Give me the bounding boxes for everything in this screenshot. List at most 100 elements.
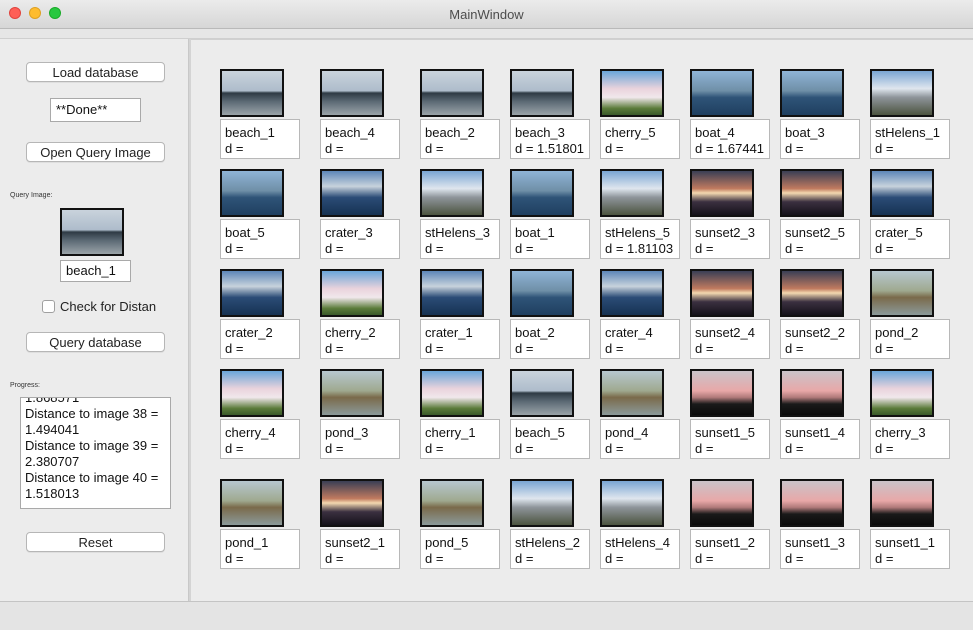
image-name: sunset1_5	[695, 425, 755, 440]
image-name: beach_5	[515, 425, 565, 440]
image-name: pond_2	[875, 325, 919, 340]
image-name: cherry_3	[875, 425, 926, 440]
image-name: cherry_2	[325, 325, 376, 340]
image-label-box: crater_5 d =	[870, 219, 950, 259]
query-name-field[interactable]: beach_1	[60, 260, 131, 282]
image-thumbnail	[510, 69, 574, 117]
image-label-box: boat_5 d =	[220, 219, 300, 259]
main-window: MainWindow Load database **Done** Open Q…	[0, 0, 973, 630]
image-thumbnail	[600, 269, 664, 317]
progress-line: 1.494041	[25, 422, 80, 437]
image-thumbnail	[780, 369, 844, 417]
image-thumbnail	[690, 69, 754, 117]
query-image-thumbnail	[60, 208, 124, 256]
image-name: cherry_4	[225, 425, 276, 440]
image-distance: d =	[875, 341, 894, 356]
image-name: sunset1_2	[695, 535, 755, 550]
image-label-box: beach_1 d =	[220, 119, 300, 159]
image-name: crater_1	[425, 325, 473, 340]
image-name: cherry_1	[425, 425, 476, 440]
image-label-box: pond_4 d =	[600, 419, 680, 459]
load-database-button[interactable]: Load database	[26, 62, 165, 82]
progress-log[interactable]: 1.868571 Distance to image 38 = 1.494041 Di…	[20, 397, 171, 509]
image-name: pond_3	[325, 425, 369, 440]
image-distance: d =	[425, 441, 444, 456]
image-name: stHelens_1	[875, 125, 941, 140]
image-label-box: boat_4 d = 1.67441	[690, 119, 770, 159]
image-name: beach_3	[515, 125, 565, 140]
image-name: sunset2_3	[695, 225, 755, 240]
image-label-box: sunset2_1 d =	[320, 529, 400, 569]
image-label-box: sunset1_2 d =	[690, 529, 770, 569]
image-thumbnail	[870, 369, 934, 417]
image-label-box: crater_1 d =	[420, 319, 500, 359]
image-label-box: crater_3 d =	[320, 219, 400, 259]
image-distance: d =	[785, 551, 804, 566]
image-thumbnail	[220, 269, 284, 317]
reset-button[interactable]: Reset	[26, 532, 165, 552]
status-field[interactable]: **Done**	[50, 98, 141, 122]
image-label-box: stHelens_4 d =	[600, 529, 680, 569]
image-thumbnail	[780, 479, 844, 527]
image-distance: d =	[695, 241, 714, 256]
image-distance: d =	[695, 441, 714, 456]
image-thumbnail	[780, 169, 844, 217]
image-name: cherry_5	[605, 125, 656, 140]
image-distance: d =	[785, 441, 804, 456]
progress-line: Distance to image 40 =	[25, 470, 159, 485]
image-thumbnail	[420, 169, 484, 217]
image-name: sunset2_2	[785, 325, 845, 340]
image-thumbnail	[690, 479, 754, 527]
image-label-box: sunset2_5 d =	[780, 219, 860, 259]
image-label-box: cherry_2 d =	[320, 319, 400, 359]
image-label-box: boat_2 d =	[510, 319, 590, 359]
check-distance-label: Check for Distan	[60, 299, 157, 314]
image-label-box: stHelens_2 d =	[510, 529, 590, 569]
image-thumbnail	[870, 269, 934, 317]
image-name: crater_5	[875, 225, 923, 240]
progress-line: 1.868571	[25, 397, 80, 405]
image-thumbnail	[600, 69, 664, 117]
control-panel: Load database **Done** Open Query Image …	[0, 39, 188, 601]
image-thumbnail	[420, 269, 484, 317]
image-distance: d =	[785, 241, 804, 256]
image-name: boat_3	[785, 125, 825, 140]
image-name: crater_4	[605, 325, 653, 340]
image-label-box: cherry_4 d =	[220, 419, 300, 459]
image-name: sunset2_1	[325, 535, 385, 550]
query-database-button[interactable]: Query database	[26, 332, 165, 352]
toolbar-strip	[0, 29, 973, 39]
image-label-box: pond_1 d =	[220, 529, 300, 569]
image-label-box: sunset2_2 d =	[780, 319, 860, 359]
image-distance: d =	[225, 341, 244, 356]
image-thumbnail	[420, 479, 484, 527]
image-thumbnail	[780, 69, 844, 117]
image-distance: d =	[425, 241, 444, 256]
image-thumbnail	[320, 479, 384, 527]
check-distance-checkbox[interactable]	[42, 300, 55, 313]
progress-label: Progress:	[10, 382, 40, 389]
image-thumbnail	[220, 69, 284, 117]
image-name: sunset2_5	[785, 225, 845, 240]
image-label-box: boat_3 d =	[780, 119, 860, 159]
image-label-box: sunset2_4 d =	[690, 319, 770, 359]
image-label-box: stHelens_1 d =	[870, 119, 950, 159]
image-label-box: beach_3 d = 1.51801	[510, 119, 590, 159]
image-label-box: stHelens_5 d = 1.81103	[600, 219, 680, 259]
image-thumbnail	[420, 69, 484, 117]
image-label-box: beach_2 d =	[420, 119, 500, 159]
image-thumbnail	[690, 369, 754, 417]
image-name: beach_4	[325, 125, 375, 140]
open-query-image-button[interactable]: Open Query Image	[26, 142, 165, 162]
image-label-box: pond_2 d =	[870, 319, 950, 359]
image-thumbnail	[220, 369, 284, 417]
image-distance: d =	[875, 441, 894, 456]
image-distance: d =	[515, 241, 534, 256]
image-name: sunset2_4	[695, 325, 755, 340]
image-name: pond_5	[425, 535, 469, 550]
image-thumbnail	[780, 269, 844, 317]
image-label-box: pond_3 d =	[320, 419, 400, 459]
image-distance: d =	[425, 141, 444, 156]
image-thumbnail	[600, 479, 664, 527]
image-thumbnail	[320, 269, 384, 317]
